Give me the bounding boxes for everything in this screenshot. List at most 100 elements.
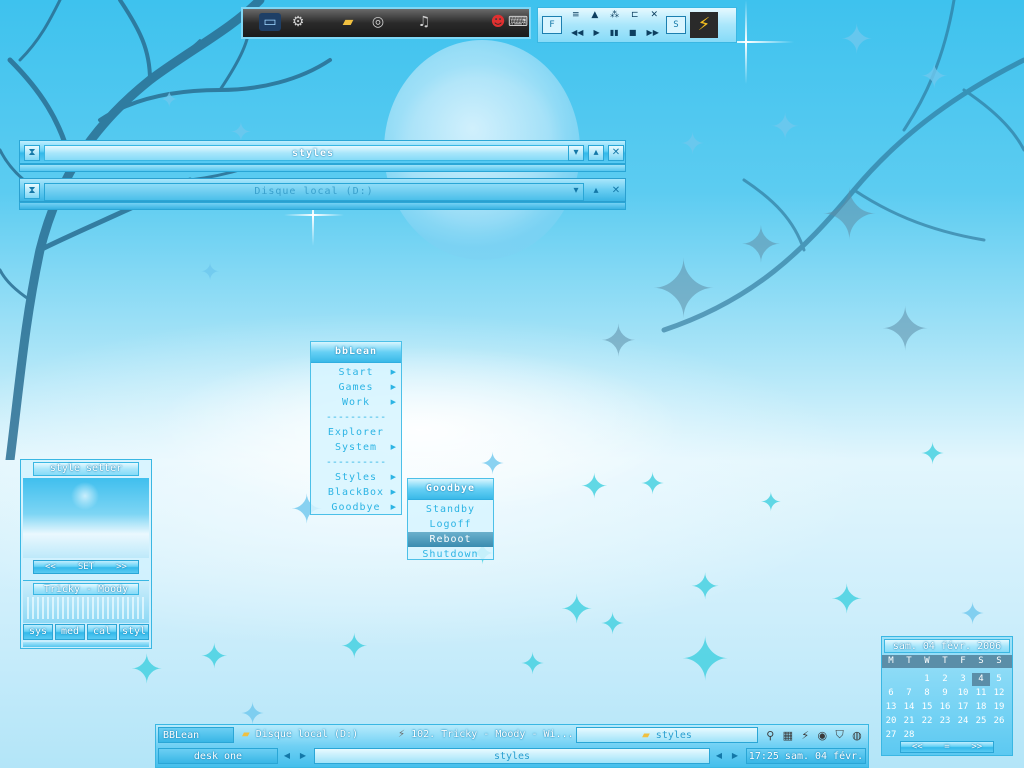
window-disque-titlebar[interactable]: ⧗ Disque local (D:) ▾ ▴ ✕ — [19, 178, 626, 202]
calendar-day[interactable]: 16 — [936, 701, 954, 714]
task-disque-local[interactable]: ▰ Disque local (D:) — [240, 727, 392, 743]
calendar-day[interactable]: 14 — [900, 701, 918, 714]
workspace-prev-button[interactable]: ◀ — [280, 748, 294, 764]
menu-item-styles[interactable]: Styles ▶ — [311, 470, 401, 485]
calendar-day[interactable]: 11 — [972, 687, 990, 700]
calendar-day[interactable]: 19 — [990, 701, 1008, 714]
task-styles-active[interactable]: ▰ styles — [576, 727, 758, 743]
menu-item-start[interactable]: Start ▶ — [311, 365, 401, 380]
folder-icon[interactable]: ▰ — [337, 13, 359, 31]
calendar-day[interactable]: 9 — [936, 687, 954, 700]
calendar-day[interactable]: 26 — [990, 715, 1008, 728]
calendar-day[interactable]: 24 — [954, 715, 972, 728]
calendar-day[interactable]: 2 — [936, 673, 954, 686]
calendar-day[interactable]: 10 — [954, 687, 972, 700]
stop-icon[interactable]: ■ — [629, 28, 637, 40]
monitor-icon[interactable]: ▭ — [259, 13, 281, 31]
calendar-day[interactable]: 8 — [918, 687, 936, 700]
menu-item-explorer[interactable]: Explorer — [311, 425, 401, 440]
calendar-day[interactable]: 17 — [954, 701, 972, 714]
pause-icon[interactable]: ▮▮ — [610, 28, 619, 40]
menu-item-shutdown[interactable]: Shutdown — [408, 547, 493, 562]
menu-item-blackbox[interactable]: BlackBox ▶ — [311, 485, 401, 500]
calendar-day[interactable]: 22 — [918, 715, 936, 728]
calendar-day[interactable]: 1 — [918, 673, 936, 686]
menu-item-games[interactable]: Games ▶ — [311, 380, 401, 395]
calendar-day-today[interactable]: 4 — [972, 673, 990, 686]
close-icon[interactable]: ✕ — [650, 10, 658, 22]
calendar-day[interactable]: 5 — [990, 673, 1008, 686]
playlist-icon[interactable]: ≡ — [572, 10, 580, 22]
previous-icon[interactable]: ◀◀ — [571, 28, 583, 40]
menu-item-work[interactable]: Work ▶ — [311, 395, 401, 410]
calendar-day[interactable]: 3 — [954, 673, 972, 686]
media-icon[interactable]: ♫ — [413, 13, 435, 31]
volume-icon[interactable]: ◍ — [852, 729, 862, 742]
disc-icon[interactable]: ◎ — [367, 13, 389, 31]
calendar-day[interactable]: 18 — [972, 701, 990, 714]
calendar-day[interactable]: 6 — [882, 687, 900, 700]
next-icon[interactable]: ▶▶ — [647, 28, 659, 40]
leaf: ✦ — [680, 127, 706, 162]
current-month-button[interactable]: = — [944, 742, 949, 752]
lightning-icon[interactable]: ⚡ — [690, 12, 718, 38]
shield-icon[interactable]: ⛉ — [836, 728, 844, 742]
calendar-day[interactable]: 7 — [900, 687, 918, 700]
previous-style-button[interactable]: << — [45, 561, 56, 573]
tab-cal[interactable]: cal — [87, 624, 117, 640]
window-next-button[interactable]: ▶ — [728, 748, 742, 764]
calendar-day[interactable]: 21 — [900, 715, 918, 728]
set-style-button[interactable]: SET — [78, 561, 94, 573]
window-menu-icon[interactable]: ⧗ — [24, 183, 40, 199]
close-icon[interactable]: ✕ — [608, 183, 624, 199]
menu-item-standby[interactable]: Standby — [408, 502, 493, 517]
display-icon[interactable]: ▦ — [783, 729, 793, 742]
previous-month-button[interactable]: << — [912, 742, 923, 752]
clock[interactable]: 17:25 sam. 04 févr. — [746, 748, 866, 764]
keyboard-icon[interactable]: ⌨ — [507, 13, 529, 31]
menu-item-logoff[interactable]: Logoff — [408, 517, 493, 532]
window-prev-button[interactable]: ◀ — [712, 748, 726, 764]
menu-item-system[interactable]: System ▶ — [311, 440, 401, 455]
calendar-day[interactable]: 13 — [882, 701, 900, 714]
minimize-icon[interactable]: ▾ — [568, 183, 584, 199]
calendar-day[interactable]: 25 — [972, 715, 990, 728]
minimize-icon[interactable]: ▾ — [568, 145, 584, 161]
task-winamp[interactable]: ⚡ 102. Tricky - Moody - Wi... — [396, 727, 572, 743]
calendar-day[interactable]: 23 — [936, 715, 954, 728]
window-menu-icon[interactable]: ⧗ — [24, 145, 40, 161]
current-window-label[interactable]: styles — [314, 748, 710, 764]
menu-item-goodbye[interactable]: Goodbye ▶ — [311, 500, 401, 515]
window-styles-titlebar[interactable]: ⧗ styles ▾ ▴ ✕ — [19, 140, 626, 164]
network-icon[interactable]: ⚲ — [766, 729, 774, 742]
eject-icon[interactable]: ▲ — [591, 10, 598, 22]
tab-sys[interactable]: sys — [23, 624, 53, 640]
workspace-label[interactable]: desk one — [158, 748, 278, 764]
workspace-next-button[interactable]: ▶ — [296, 748, 310, 764]
gear-icon[interactable]: ⚙ — [287, 13, 309, 31]
calendar-day[interactable]: 20 — [882, 715, 900, 728]
close-icon[interactable]: ✕ — [608, 145, 624, 161]
leaf: ✦ — [520, 647, 546, 682]
next-month-button[interactable]: >> — [971, 742, 982, 752]
tab-med[interactable]: med — [55, 624, 85, 640]
submenu-arrow-icon: ▶ — [390, 368, 397, 376]
submenu-arrow-icon: ▶ — [390, 398, 397, 406]
media-s-button[interactable]: S — [666, 16, 686, 34]
calendar-day[interactable]: 15 — [918, 701, 936, 714]
mario-icon[interactable]: ☻ — [487, 13, 509, 31]
next-style-button[interactable]: >> — [116, 561, 127, 573]
repeat-icon[interactable]: ⊏ — [631, 10, 639, 22]
calendar-day[interactable]: 12 — [990, 687, 1008, 700]
menu-item-reboot[interactable]: Reboot — [408, 532, 493, 547]
wifi-icon[interactable]: ◉ — [818, 729, 828, 742]
maximize-icon[interactable]: ▴ — [588, 145, 604, 161]
play-icon[interactable]: ▶ — [594, 28, 600, 40]
media-f-button[interactable]: F — [542, 16, 562, 34]
calendar-day[interactable]: 27 — [882, 729, 900, 742]
shuffle-icon[interactable]: ⁂ — [610, 10, 619, 22]
start-button[interactable]: BBLean — [158, 727, 234, 743]
maximize-icon[interactable]: ▴ — [588, 183, 604, 199]
power-icon[interactable]: ⚡ — [801, 729, 809, 742]
tab-styl[interactable]: styl — [119, 624, 149, 640]
